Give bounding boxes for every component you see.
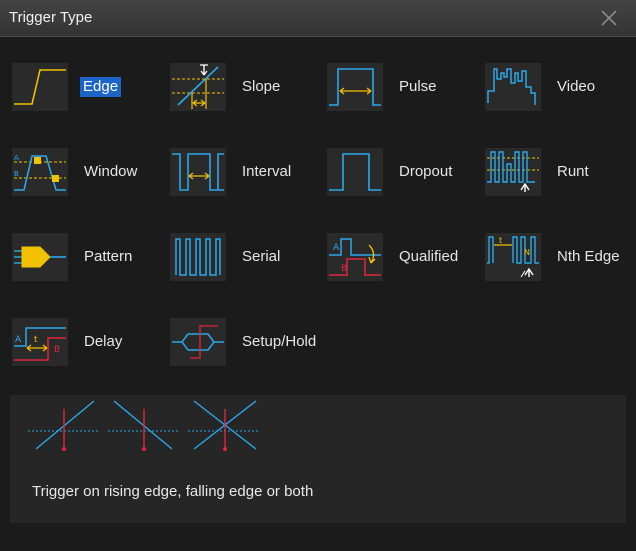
setup-hold-trigger-icon (170, 318, 226, 366)
trigger-option-dropout[interactable]: Dropout (327, 148, 467, 196)
trigger-option-slope[interactable]: Slope (170, 63, 300, 111)
video-trigger-icon (485, 63, 541, 111)
qualified-channel-b-label: B (341, 264, 347, 274)
trigger-option-delay[interactable]: A t B Delay (12, 318, 152, 366)
window-trigger-icon: A B (12, 148, 68, 196)
trigger-option-label: Interval (242, 163, 292, 180)
trigger-option-video[interactable]: Video (485, 63, 615, 111)
pulse-trigger-icon (327, 63, 383, 111)
trigger-option-label: Delay (84, 333, 123, 350)
trigger-option-label: Pattern (84, 248, 133, 265)
edge-trigger-icon (12, 63, 68, 111)
trigger-option-label: Dropout (399, 163, 453, 180)
trigger-option-pattern[interactable]: Pattern (12, 233, 152, 281)
dialog-titlebar: Trigger Type (0, 0, 636, 37)
nth-edge-time-label: t (499, 236, 502, 245)
qualified-channel-a-label: A (333, 243, 340, 253)
close-icon[interactable] (599, 8, 619, 28)
trigger-option-label: Window (84, 163, 138, 180)
description-text: Trigger on rising edge, falling edge or … (32, 483, 314, 500)
description-panel: Trigger on rising edge, falling edge or … (10, 395, 626, 523)
trigger-option-window[interactable]: A B Window (12, 148, 152, 196)
trigger-option-label: Setup/Hold (242, 333, 317, 350)
trigger-option-label: Edge (80, 77, 122, 97)
interval-trigger-icon (170, 148, 226, 196)
trigger-option-qualified[interactable]: A B Qualified (327, 233, 477, 281)
trigger-option-setup-hold[interactable]: Setup/Hold (170, 318, 330, 366)
trigger-option-label: Pulse (399, 78, 437, 95)
trigger-option-label: Video (557, 78, 596, 95)
qualified-trigger-icon: A B (327, 233, 383, 281)
trigger-option-label: Slope (242, 78, 281, 95)
trigger-option-label: Serial (242, 248, 281, 265)
delay-source-a-label: A (15, 335, 22, 345)
trigger-option-label: Nth Edge (557, 248, 620, 265)
pattern-trigger-icon (12, 233, 68, 281)
serial-trigger-icon (170, 233, 226, 281)
trigger-option-label: Runt (557, 163, 589, 180)
delay-trigger-icon: A t B (12, 318, 68, 366)
trigger-option-serial[interactable]: Serial (170, 233, 310, 281)
trigger-option-nth-edge[interactable]: t N Nth Edge (485, 233, 625, 281)
nth-edge-count-label: N (524, 248, 530, 257)
nth-edge-trigger-icon: t N (485, 233, 541, 281)
dropout-trigger-icon (327, 148, 383, 196)
slope-trigger-icon (170, 63, 226, 111)
window-level-b-label: B (14, 170, 19, 178)
trigger-option-label: Qualified (399, 248, 459, 265)
delay-time-label: t (34, 335, 38, 345)
trigger-option-edge[interactable]: Edge (12, 63, 132, 111)
trigger-type-dialog: Trigger Type Edge Slope Pulse Video A B … (0, 0, 636, 551)
window-level-a-label: A (14, 154, 19, 162)
dialog-title: Trigger Type (9, 9, 93, 26)
trigger-option-pulse[interactable]: Pulse (327, 63, 457, 111)
runt-trigger-icon (485, 148, 541, 196)
rising-falling-both-edges-diagram (28, 400, 260, 451)
trigger-option-interval[interactable]: Interval (170, 148, 310, 196)
delay-source-b-label: B (54, 345, 60, 355)
trigger-option-runt[interactable]: Runt (485, 148, 605, 196)
